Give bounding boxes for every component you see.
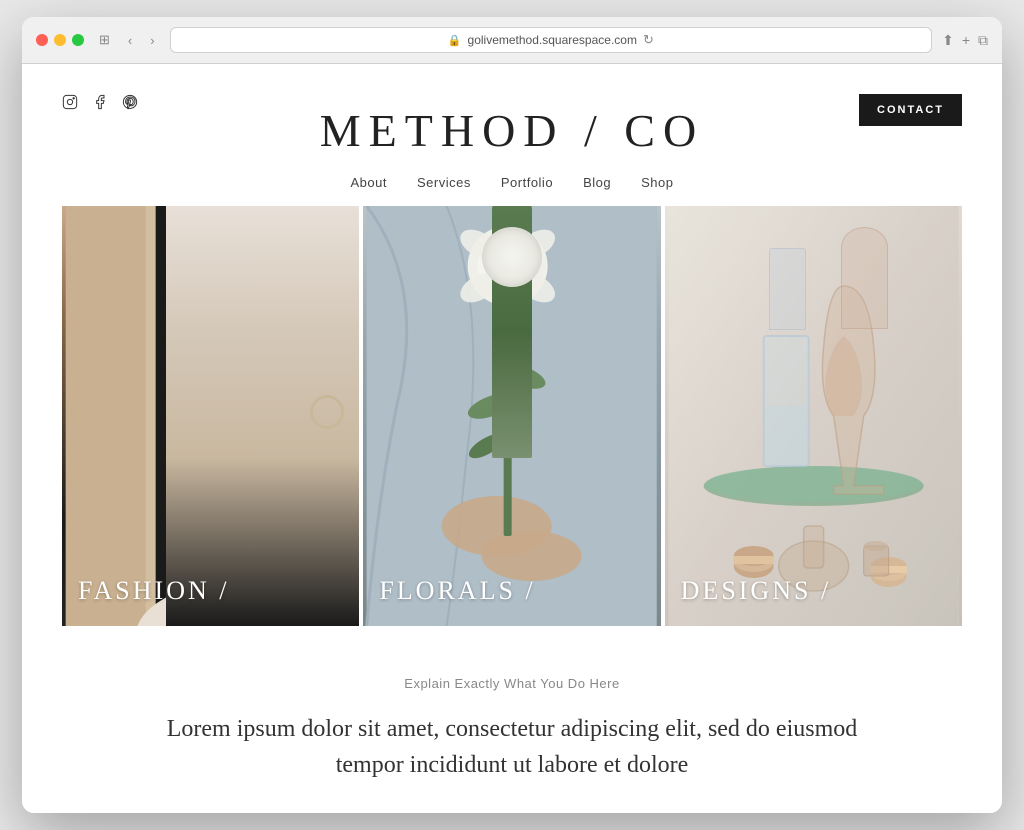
back-button[interactable]: ‹ [123,31,137,50]
browser-controls: ⊞ ‹ › [94,30,160,50]
window-controls-icon: ⊞ [94,30,115,50]
designs-label: DESIGNS / [681,576,832,606]
share-icon[interactable]: ⬆ [942,32,954,49]
nav-blog[interactable]: Blog [583,175,611,190]
browser-actions: ⬆ + ⧉ [942,32,988,49]
grid-item-designs[interactable]: DESIGNS / [665,206,962,626]
site-body: Explain Exactly What You Do Here Lorem i… [22,626,1002,813]
contact-button[interactable]: CONTACT [859,94,962,126]
facebook-icon[interactable] [92,94,108,114]
instagram-icon[interactable] [62,94,78,114]
nav-about[interactable]: About [351,175,387,190]
lock-icon: 🔒 [448,34,462,47]
address-bar[interactable]: 🔒 golivemethod.squarespace.com ↻ [170,27,932,53]
body-text: Lorem ipsum dolor sit amet, consectetur … [162,711,862,783]
close-button[interactable] [36,34,48,46]
nav-services[interactable]: Services [417,175,471,190]
nav-portfolio[interactable]: Portfolio [501,175,553,190]
florals-image [363,206,660,626]
maximize-button[interactable] [72,34,84,46]
designs-image [665,206,962,626]
forward-button[interactable]: › [145,31,159,50]
url-text: golivemethod.squarespace.com [468,33,637,47]
pinterest-icon[interactable] [122,94,138,114]
grid-item-fashion[interactable]: FASHION / [62,206,359,626]
image-grid: FASHION / [22,206,1002,626]
florals-label: FLORALS / [379,576,535,606]
windows-icon[interactable]: ⧉ [978,32,988,49]
site-header: METHOD / CO CONTACT About Services Portf… [22,64,1002,206]
traffic-lights [36,34,84,46]
fashion-image [62,206,359,626]
minimize-button[interactable] [54,34,66,46]
tagline-text: Explain Exactly What You Do Here [62,676,962,691]
browser-window: ⊞ ‹ › 🔒 golivemethod.squarespace.com ↻ ⬆… [22,17,1002,813]
new-tab-icon[interactable]: + [962,32,970,49]
site-nav: About Services Portfolio Blog Shop [62,167,962,206]
site-title: METHOD / CO [62,84,962,167]
social-icons [62,94,138,114]
website-content: METHOD / CO CONTACT About Services Portf… [22,64,1002,813]
grid-item-florals[interactable]: FLORALS / [363,206,660,626]
browser-chrome: ⊞ ‹ › 🔒 golivemethod.squarespace.com ↻ ⬆… [22,17,1002,64]
nav-shop[interactable]: Shop [641,175,673,190]
fashion-label: FASHION / [78,576,229,606]
reload-icon[interactable]: ↻ [643,32,654,48]
